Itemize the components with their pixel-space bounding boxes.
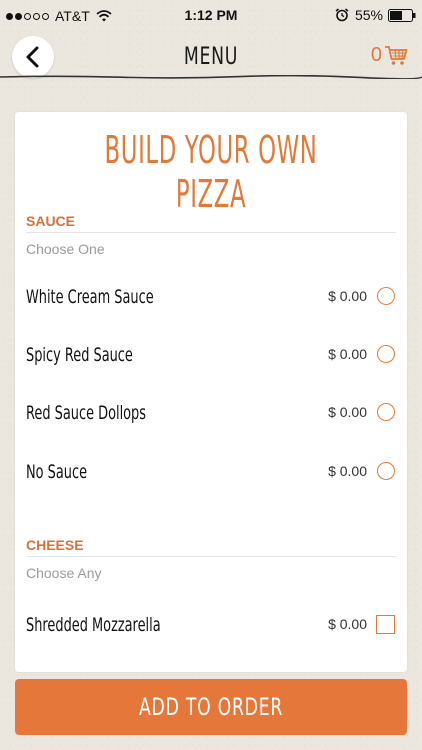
- radio-button[interactable]: [377, 403, 395, 421]
- option-row-spicy-red-sauce[interactable]: Spicy Red Sauce $ 0.00: [15, 336, 407, 376]
- option-name: Red Sauce Dollops: [26, 402, 146, 424]
- nav-divider: [0, 75, 422, 79]
- radio-button[interactable]: [377, 345, 395, 363]
- option-row-no-sauce[interactable]: No Sauce $ 0.00: [15, 453, 407, 493]
- section-subtitle-sauce: Choose One: [26, 241, 105, 257]
- radio-button[interactable]: [377, 462, 395, 480]
- option-row-shredded-mozzarella[interactable]: Shredded Mozzarella $ 0.00: [15, 606, 407, 646]
- back-arrow-icon: [26, 46, 39, 68]
- option-price: $ 0.00: [328, 288, 367, 304]
- add-to-order-label: ADD TO ORDER: [138, 693, 284, 721]
- nav-bar: MENU 0: [0, 32, 422, 78]
- cart-count: 0: [370, 44, 382, 66]
- alarm-icon: [335, 8, 349, 22]
- battery-percent: 55%: [354, 7, 383, 23]
- section-subtitle-cheese: Choose Any: [26, 565, 102, 581]
- status-right: 55%: [335, 7, 416, 23]
- option-price: $ 0.00: [328, 616, 367, 632]
- cart-button[interactable]: 0: [371, 44, 408, 67]
- option-row-red-sauce-dollops[interactable]: Red Sauce Dollops $ 0.00: [15, 394, 407, 434]
- page-title: MENU: [183, 42, 239, 70]
- option-name: Spicy Red Sauce: [26, 344, 133, 366]
- option-price: $ 0.00: [328, 346, 367, 362]
- section-title-sauce: SAUCE: [26, 213, 76, 229]
- checkbox[interactable]: [376, 615, 395, 634]
- status-bar: AT&T 1:12 PM 55%: [0, 0, 422, 32]
- back-button[interactable]: [12, 36, 54, 78]
- option-price: $ 0.00: [328, 463, 367, 479]
- cart-icon: [385, 45, 408, 65]
- radio-button[interactable]: [377, 287, 395, 305]
- add-to-order-button[interactable]: ADD TO ORDER: [15, 679, 407, 735]
- option-row-white-cream-sauce[interactable]: White Cream Sauce $ 0.00: [15, 278, 407, 318]
- section-divider: [26, 556, 396, 557]
- option-name: White Cream Sauce: [26, 286, 154, 308]
- option-price: $ 0.00: [328, 404, 367, 420]
- section-divider: [26, 232, 396, 233]
- battery-icon: [388, 8, 416, 22]
- option-name: Shredded Mozzarella: [26, 614, 161, 636]
- section-title-cheese: CHEESE: [26, 537, 84, 553]
- build-pizza-card: BUILD YOUR OWN PIZZA SAUCE Choose One Wh…: [15, 112, 407, 672]
- card-title: BUILD YOUR OWN PIZZA: [104, 128, 318, 216]
- option-name: No Sauce: [26, 461, 88, 483]
